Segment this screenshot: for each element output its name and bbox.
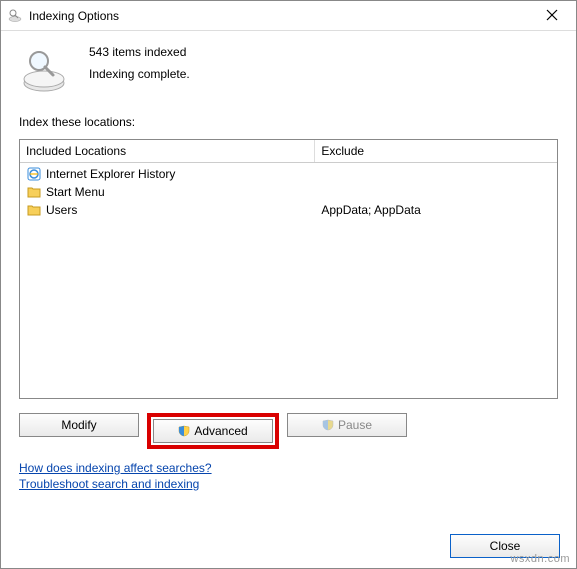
pause-label: Pause	[338, 418, 372, 432]
list-body: Internet Explorer History Start Menu	[20, 163, 557, 221]
advanced-label: Advanced	[194, 424, 247, 438]
pause-button: Pause	[287, 413, 407, 437]
status-area: 543 items indexed Indexing complete.	[1, 31, 576, 103]
item-label: Start Menu	[46, 185, 105, 199]
window-title: Indexing Options	[29, 9, 534, 23]
close-window-button[interactable]	[534, 2, 570, 30]
column-header-included[interactable]: Included Locations	[20, 140, 315, 162]
link-how-affect[interactable]: How does indexing affect searches?	[19, 461, 558, 475]
locations-label: Index these locations:	[1, 103, 576, 133]
titlebar: Indexing Options	[1, 1, 576, 31]
item-exclude: AppData; AppData	[321, 203, 420, 217]
button-row: Modify Advanced Pause	[1, 409, 576, 457]
folder-icon	[26, 184, 42, 200]
item-label: Internet Explorer History	[46, 167, 175, 181]
magnifier-icon	[19, 45, 69, 95]
link-troubleshoot[interactable]: Troubleshoot search and indexing	[19, 477, 558, 491]
help-links: How does indexing affect searches? Troub…	[1, 457, 576, 503]
item-label: Users	[46, 203, 77, 217]
advanced-button[interactable]: Advanced	[153, 419, 273, 443]
folder-icon	[26, 202, 42, 218]
close-label: Close	[490, 539, 521, 553]
shield-icon	[322, 419, 334, 431]
close-icon	[546, 8, 558, 24]
list-item[interactable]: Start Menu	[20, 183, 557, 201]
items-indexed-count: 543 items indexed	[89, 45, 190, 59]
shield-icon	[178, 425, 190, 437]
watermark: wsxdn.com	[510, 553, 570, 565]
modify-button[interactable]: Modify	[19, 413, 139, 437]
status-text: 543 items indexed Indexing complete.	[89, 41, 190, 89]
modify-label: Modify	[61, 418, 96, 432]
column-header-exclude[interactable]: Exclude	[315, 140, 557, 162]
indexing-status: Indexing complete.	[89, 67, 190, 81]
indexing-options-window: Indexing Options 543 items indexed Index…	[0, 0, 577, 569]
ie-icon	[26, 166, 42, 182]
list-item[interactable]: Internet Explorer History	[20, 165, 557, 183]
locations-list: Included Locations Exclude Internet Expl…	[19, 139, 558, 399]
indexing-icon	[7, 8, 23, 24]
list-header-row: Included Locations Exclude	[20, 140, 557, 163]
highlight-box: Advanced	[147, 413, 279, 449]
list-item[interactable]: Users AppData; AppData	[20, 201, 557, 219]
